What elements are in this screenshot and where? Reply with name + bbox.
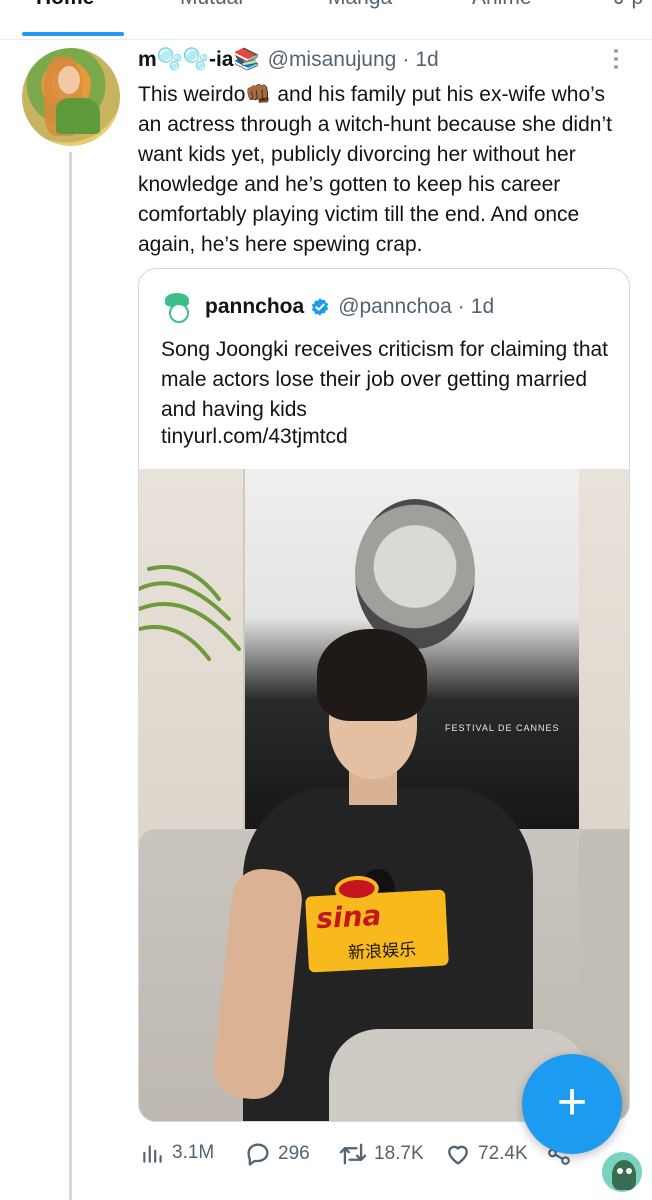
verified-badge-icon — [310, 297, 330, 317]
tweet-text: This weirdo👊🏾 and his family put his ex-… — [138, 83, 612, 256]
thread-line — [69, 152, 72, 1200]
tweet-header: m🫧🫧-ia📚 @misanujung · 1d — [138, 48, 439, 72]
avatar[interactable] — [22, 48, 120, 146]
tab-jp[interactable]: J-p — [614, 0, 643, 10]
active-tab-indicator — [22, 32, 124, 36]
account-avatar[interactable] — [600, 1150, 644, 1194]
retweet-count: 18.7K — [374, 1143, 424, 1164]
analytics-icon — [143, 1145, 162, 1163]
compose-button[interactable]: + — [522, 1054, 622, 1154]
views-count: 3.1M — [172, 1142, 215, 1163]
retweet-button[interactable]: 18.7K — [338, 1140, 424, 1168]
plant-leaves — [139, 565, 241, 661]
sina-mic-flag: sina 新浪娱乐 — [305, 874, 449, 973]
tab-manga[interactable]: Manga — [328, 0, 392, 10]
quote-header: pannchoa @pannchoa · 1d — [161, 291, 494, 323]
avatar-dress — [56, 98, 100, 134]
poster-caption: FESTIVAL DE CANNES — [445, 723, 560, 733]
timestamp[interactable]: 1d — [415, 48, 438, 72]
plus-icon: + — [556, 1073, 588, 1131]
quote-display-name: pannchoa — [205, 295, 305, 318]
like-button[interactable]: 72.4K — [444, 1140, 528, 1168]
avatar-face — [58, 66, 80, 94]
more-vertical-icon[interactable] — [606, 46, 626, 72]
person-hair — [317, 629, 427, 721]
separator-dot: · — [402, 48, 410, 71]
top-tab-bar: Home Mutual Manga Anime J-p — [0, 0, 652, 40]
sina-logo-text: sina — [315, 898, 383, 936]
quote-link[interactable]: tinyurl.com/43tjmtcd — [161, 425, 348, 449]
reply-button[interactable]: 296 — [244, 1140, 310, 1168]
quoted-tweet[interactable]: pannchoa @pannchoa · 1d Song Joongki rec… — [138, 268, 630, 1122]
tab-home[interactable]: Home — [36, 0, 94, 10]
views-button[interactable]: 3.1M — [140, 1140, 214, 1166]
action-bar: 3.1M 296 18.7K 72.4K — [140, 1140, 600, 1174]
quote-avatar[interactable] — [161, 291, 193, 323]
display-name[interactable]: m🫧🫧-ia📚 — [138, 48, 260, 72]
heart-icon — [448, 1145, 468, 1165]
retweet-icon — [339, 1143, 367, 1165]
tab-mutual[interactable]: Mutual — [180, 0, 243, 10]
quote-handle: @pannchoa — [338, 295, 452, 318]
poster-portrait — [355, 499, 475, 649]
like-count: 72.4K — [478, 1143, 528, 1164]
handle[interactable]: @misanujung — [268, 48, 397, 72]
quote-photo[interactable]: FESTIVAL DE CANNES sina 新浪娱乐 — [139, 469, 629, 1121]
sina-caption: 新浪娱乐 — [347, 939, 417, 964]
separator-dot: · — [457, 295, 465, 318]
quote-timestamp: 1d — [470, 295, 495, 318]
reply-icon — [247, 1143, 269, 1166]
reply-count: 296 — [278, 1143, 310, 1164]
tab-anime[interactable]: Anime — [472, 0, 532, 10]
quote-text: Song Joongki receives criticism for clai… — [161, 338, 609, 421]
